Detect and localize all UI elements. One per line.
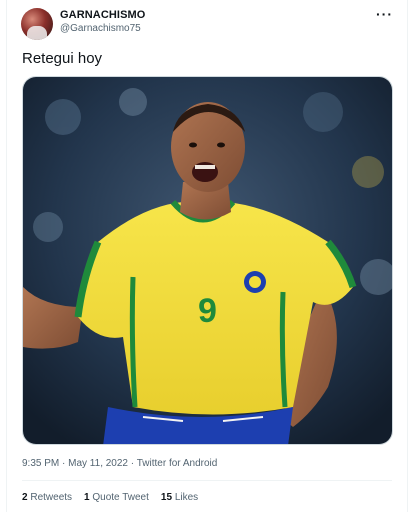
likes-stat[interactable]: 15 Likes — [161, 492, 198, 503]
more-horizontal-icon[interactable]: ··· — [376, 6, 393, 22]
avatar[interactable] — [21, 8, 53, 40]
player-photo: 9 — [23, 77, 392, 444]
display-name[interactable]: GARNACHISMO — [60, 9, 145, 21]
user-handle[interactable]: @Garnachismo75 — [60, 23, 141, 34]
tweet-source[interactable]: Twitter for Android — [137, 458, 218, 469]
tweet-date[interactable]: May 11, 2022 — [68, 458, 128, 469]
tweet-time[interactable]: 9:35 PM — [22, 458, 59, 469]
jersey-number: 9 — [198, 292, 217, 330]
tweet-media[interactable]: 9 — [22, 76, 393, 445]
tweet-text: Retegui hoy — [22, 50, 103, 67]
retweets-stat[interactable]: 2 Retweets — [22, 492, 72, 503]
tweet-meta: 9:35 PM · May 11, 2022 · Twitter for And… — [22, 458, 218, 469]
tweet-stats: 2 Retweets 1 Quote Tweet 15 Likes — [22, 492, 198, 503]
quote-tweets-stat[interactable]: 1 Quote Tweet — [84, 492, 149, 503]
tweet-card: GARNACHISMO @Garnachismo75 ··· Retegui h… — [6, 0, 408, 512]
divider — [22, 480, 392, 481]
